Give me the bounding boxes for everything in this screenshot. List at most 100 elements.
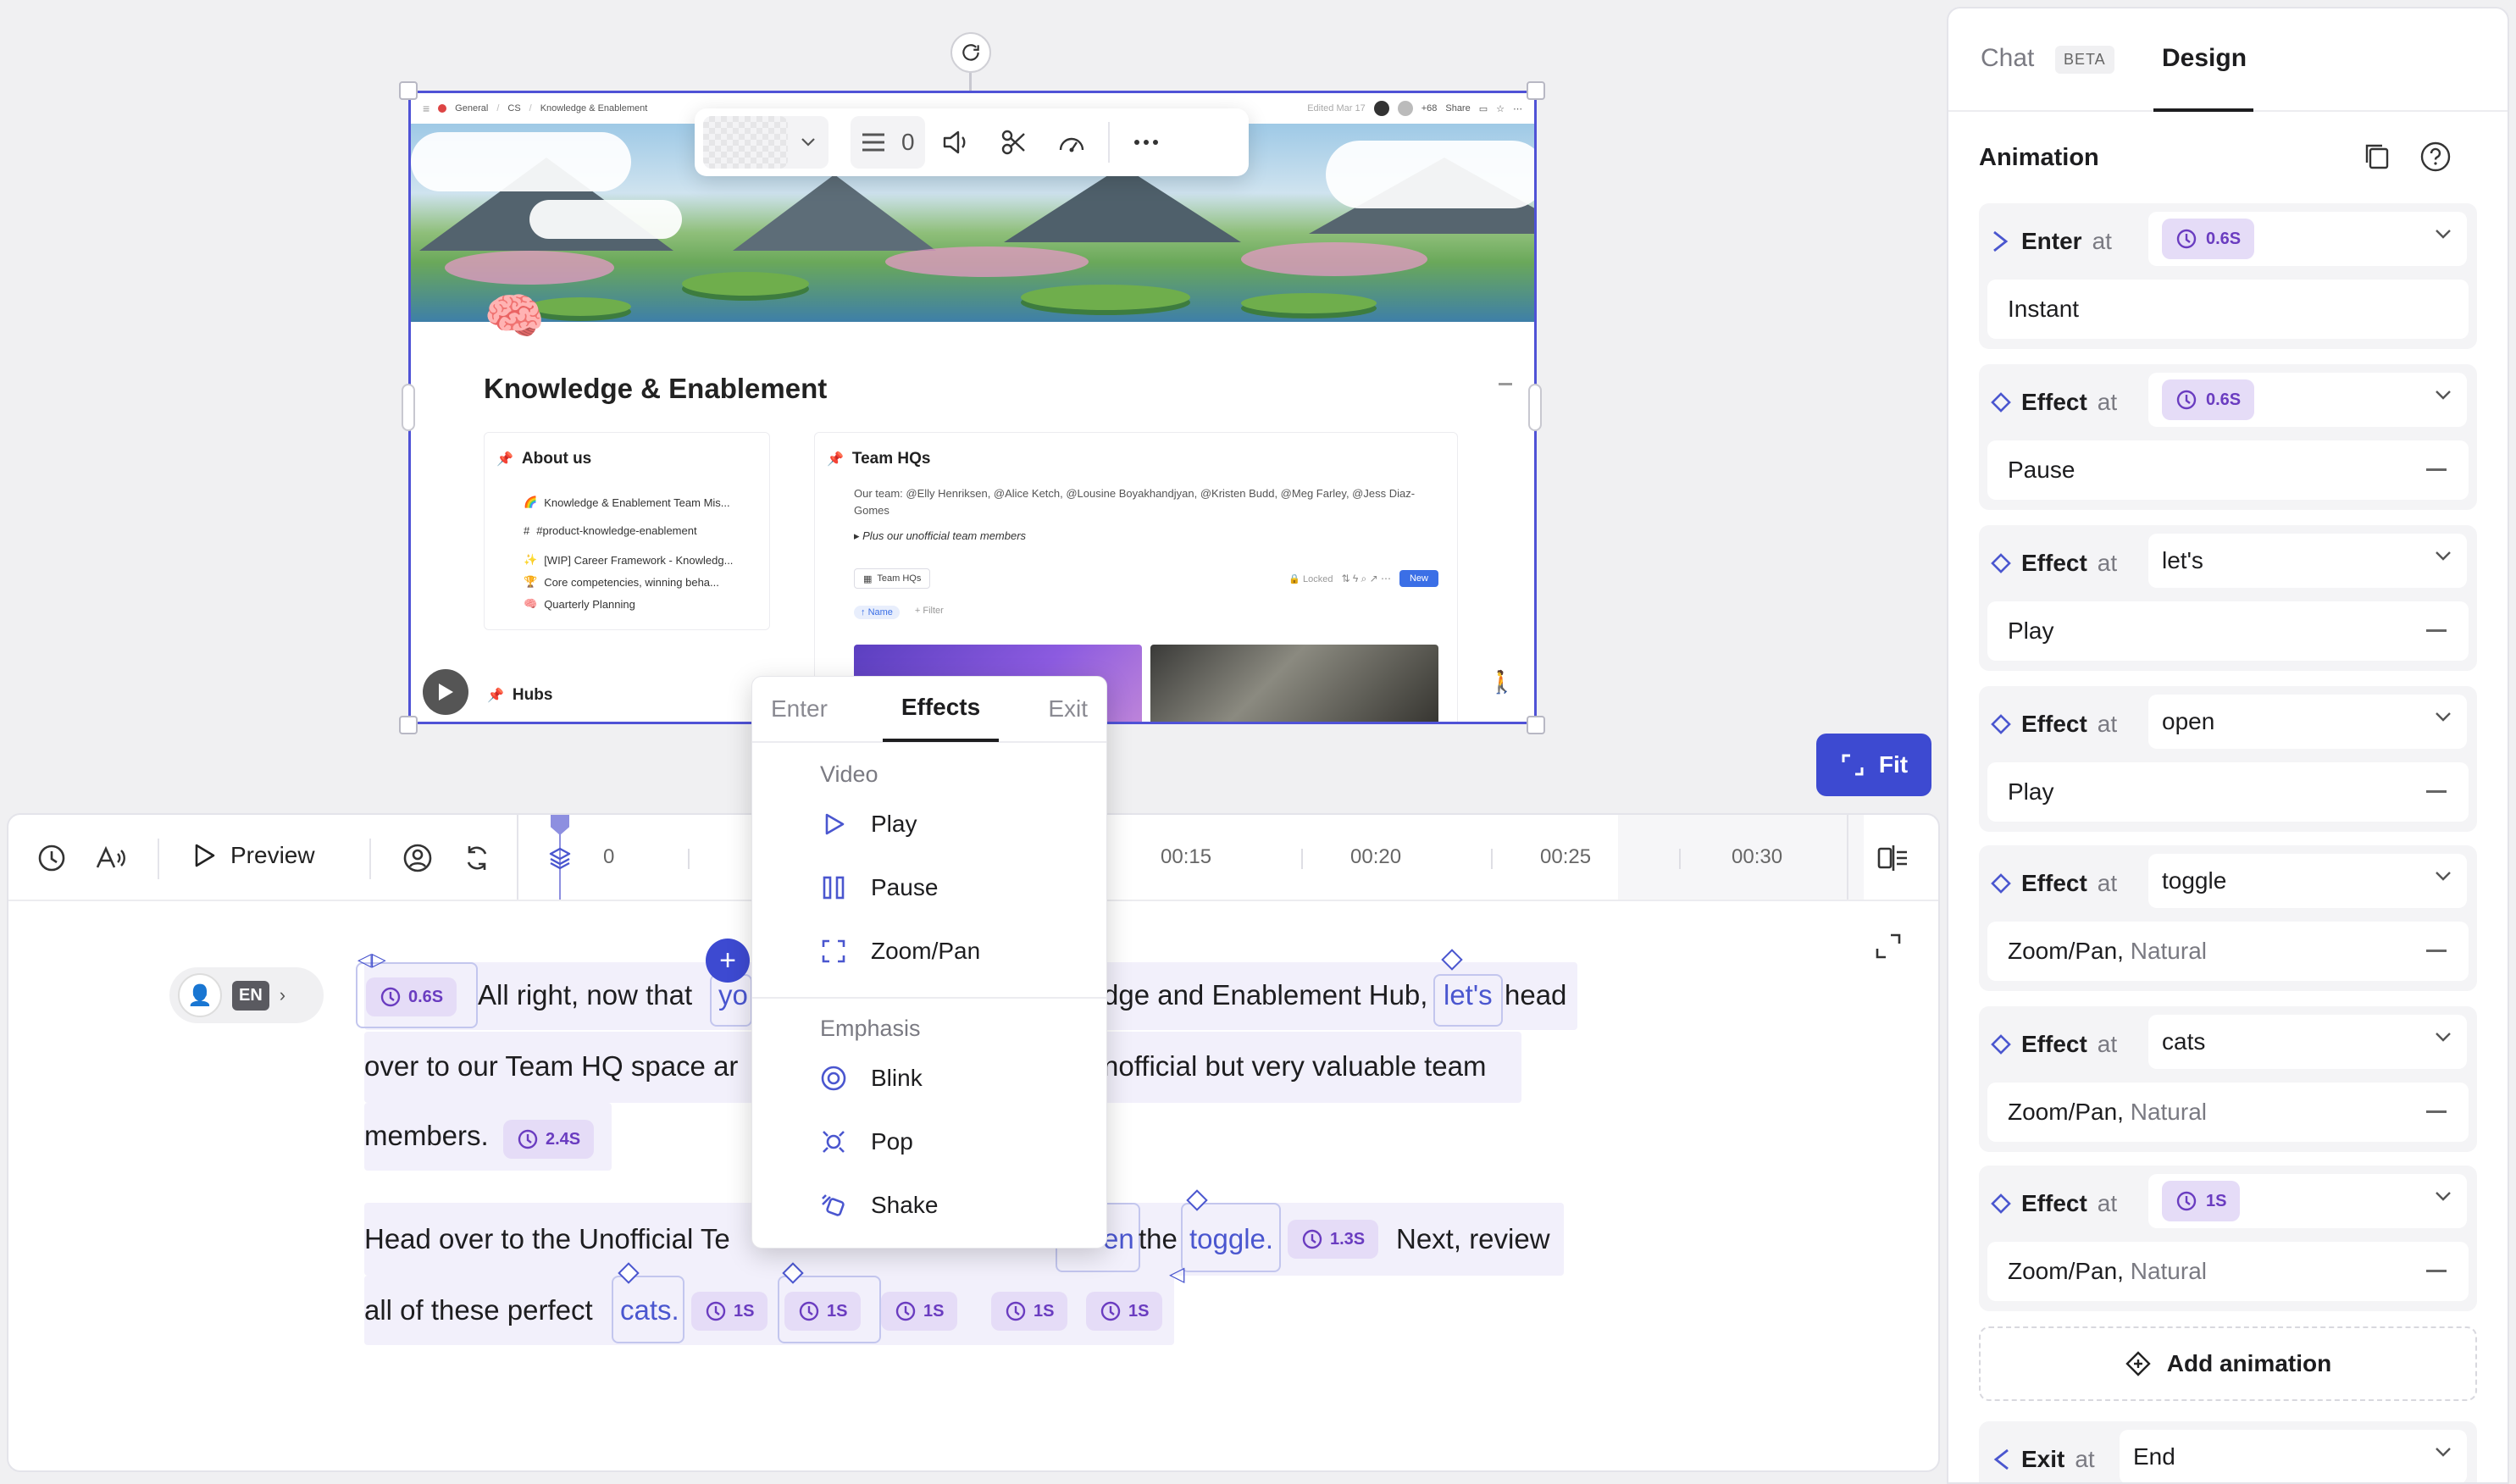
animation-type[interactable]: Zoom/Pan, Natural: [1987, 1083, 2469, 1142]
transcript-text[interactable]: over to our Team HQ space ar: [364, 1050, 738, 1083]
animation-card-effect[interactable]: Effect at toggle Zoom/Pan, Natural: [1979, 845, 2477, 991]
transcript-text[interactable]: the: [1139, 1223, 1178, 1255]
effect-item-blink[interactable]: Blink: [820, 1065, 923, 1092]
tab-chat[interactable]: Chat: [1981, 44, 2034, 73]
chevron-down-icon: [2436, 230, 2451, 239]
pause-chip[interactable]: 1S: [991, 1292, 1068, 1331]
layer-group[interactable]: 0: [851, 116, 925, 169]
resize-handle-bl[interactable]: [399, 716, 418, 734]
expand-button[interactable]: [1874, 932, 1903, 961]
tab-exit[interactable]: Exit: [1048, 676, 1088, 742]
pause-chip[interactable]: 1S: [881, 1292, 958, 1331]
tab-effects[interactable]: Effects: [882, 676, 1000, 742]
help-button[interactable]: [2419, 141, 2452, 173]
chevron-down-icon[interactable]: [788, 116, 829, 169]
remove-icon[interactable]: [2426, 629, 2447, 632]
add-marker-button[interactable]: +: [706, 939, 750, 983]
resize-handle-left[interactable]: [402, 384, 415, 431]
speaker-selector[interactable]: 👤 EN ›: [169, 967, 324, 1023]
effect-item-pop[interactable]: Pop: [820, 1128, 913, 1155]
transcript-word[interactable]: yo: [718, 979, 748, 1011]
animation-type[interactable]: Instant: [1987, 280, 2469, 339]
animation-type[interactable]: Play: [1987, 601, 2469, 661]
playhead-handle[interactable]: [551, 815, 569, 835]
pause-chip[interactable]: 1S: [1086, 1292, 1163, 1331]
timing-select[interactable]: 0.6S: [2148, 373, 2467, 427]
split-view-button[interactable]: [1870, 835, 1916, 881]
pause-chip[interactable]: 1S: [784, 1292, 862, 1331]
resize-handle-tr[interactable]: [1527, 81, 1545, 100]
plus-icon: +: [719, 944, 736, 977]
transcript-text[interactable]: nofficial but very valuable team: [1103, 1050, 1486, 1083]
animation-type[interactable]: Zoom/Pan, Natural: [1987, 922, 2469, 981]
diamond-icon: [1991, 1193, 2011, 1214]
timing-select[interactable]: cats: [2148, 1015, 2467, 1069]
remove-icon[interactable]: [2426, 1270, 2447, 1272]
copy-button[interactable]: [2362, 141, 2392, 171]
timing-select[interactable]: open: [2148, 695, 2467, 749]
add-diamond-icon: [2125, 1351, 2151, 1376]
transcript-text[interactable]: dge and Enablement Hub,: [1103, 979, 1427, 1011]
transcript-word[interactable]: toggle.: [1189, 1223, 1273, 1255]
effect-item-shake[interactable]: Shake: [820, 1192, 938, 1219]
more-options-button[interactable]: [1120, 116, 1172, 169]
effect-item-play[interactable]: Play: [820, 811, 917, 838]
clock-button[interactable]: [29, 835, 75, 881]
add-animation-button[interactable]: Add animation: [1979, 1326, 2477, 1401]
rotate-handle[interactable]: [950, 32, 991, 73]
transcript-word[interactable]: en: [1103, 1223, 1134, 1255]
avatar-button[interactable]: [395, 835, 441, 881]
video-play-button[interactable]: [423, 669, 468, 715]
remove-icon[interactable]: [2426, 950, 2447, 952]
resize-handle-right[interactable]: [1528, 384, 1542, 431]
pause-chip[interactable]: 2.4S: [503, 1120, 595, 1159]
volume-button[interactable]: [930, 116, 983, 169]
transcript-text[interactable]: Head over to the Unofficial Te: [364, 1223, 730, 1255]
pause-chip[interactable]: 1S: [691, 1292, 768, 1331]
animation-type[interactable]: Pause: [1987, 440, 2469, 500]
blink-icon: [821, 1066, 846, 1091]
voice-button[interactable]: [88, 835, 134, 881]
animation-card-effect[interactable]: Effect at 1S Zoom/Pan, Natural: [1979, 1166, 2477, 1311]
transcript-text[interactable]: all of these perfect: [364, 1294, 593, 1326]
remove-icon[interactable]: [2426, 1110, 2447, 1113]
effect-item-pause[interactable]: Pause: [820, 874, 938, 901]
timing-select[interactable]: toggle: [2148, 854, 2467, 908]
transcript-text[interactable]: head: [1505, 979, 1566, 1011]
background-picker[interactable]: [703, 116, 829, 169]
animation-type[interactable]: Zoom/Pan, Natural: [1987, 1242, 2469, 1301]
video-frame[interactable]: ≡ General / CS / Knowledge & Enablement …: [408, 91, 1537, 724]
more-icon: ⋯: [1513, 103, 1522, 114]
timing-select[interactable]: let's: [2148, 534, 2467, 588]
tab-design[interactable]: Design: [2162, 44, 2247, 73]
loop-button[interactable]: [454, 835, 500, 881]
animation-type[interactable]: Play: [1987, 762, 2469, 822]
resize-handle-br[interactable]: [1527, 716, 1545, 734]
effect-item-zoom-pan[interactable]: Zoom/Pan: [820, 938, 980, 965]
timing-select[interactable]: 1S: [2148, 1174, 2467, 1228]
background-swatch[interactable]: [703, 116, 788, 169]
transcript-word[interactable]: let's: [1444, 979, 1493, 1011]
remove-icon[interactable]: [2426, 790, 2447, 793]
animation-card-exit[interactable]: Exit at End: [1979, 1421, 2477, 1482]
remove-icon[interactable]: [2426, 468, 2447, 471]
tab-enter[interactable]: Enter: [771, 676, 873, 742]
timing-select[interactable]: End: [2120, 1430, 2467, 1482]
timing-select[interactable]: 0.6S: [2148, 212, 2467, 266]
pause-chip[interactable]: 0.6S: [366, 977, 457, 1016]
animation-card-effect[interactable]: Effect at let's Play: [1979, 525, 2477, 671]
animation-card-effect[interactable]: Effect at 0.6S Pause: [1979, 364, 2477, 510]
preview-button[interactable]: Preview: [193, 842, 315, 869]
transcript-text[interactable]: Next, review: [1396, 1223, 1550, 1255]
transcript-text[interactable]: members.: [364, 1120, 489, 1152]
animation-card-enter[interactable]: Enter at 0.6S Instant: [1979, 203, 2477, 349]
animation-card-effect[interactable]: Effect at open Play: [1979, 686, 2477, 832]
resize-handle-tl[interactable]: [399, 81, 418, 100]
animation-card-effect[interactable]: Effect at cats Zoom/Pan, Natural: [1979, 1006, 2477, 1152]
transcript-word[interactable]: cats.: [620, 1294, 679, 1326]
fit-button[interactable]: Fit: [1816, 734, 1931, 796]
pause-chip[interactable]: 1.3S: [1288, 1220, 1379, 1259]
transcript-text[interactable]: All right, now that: [478, 979, 692, 1011]
trim-button[interactable]: [988, 116, 1040, 169]
speed-button[interactable]: [1045, 116, 1098, 169]
